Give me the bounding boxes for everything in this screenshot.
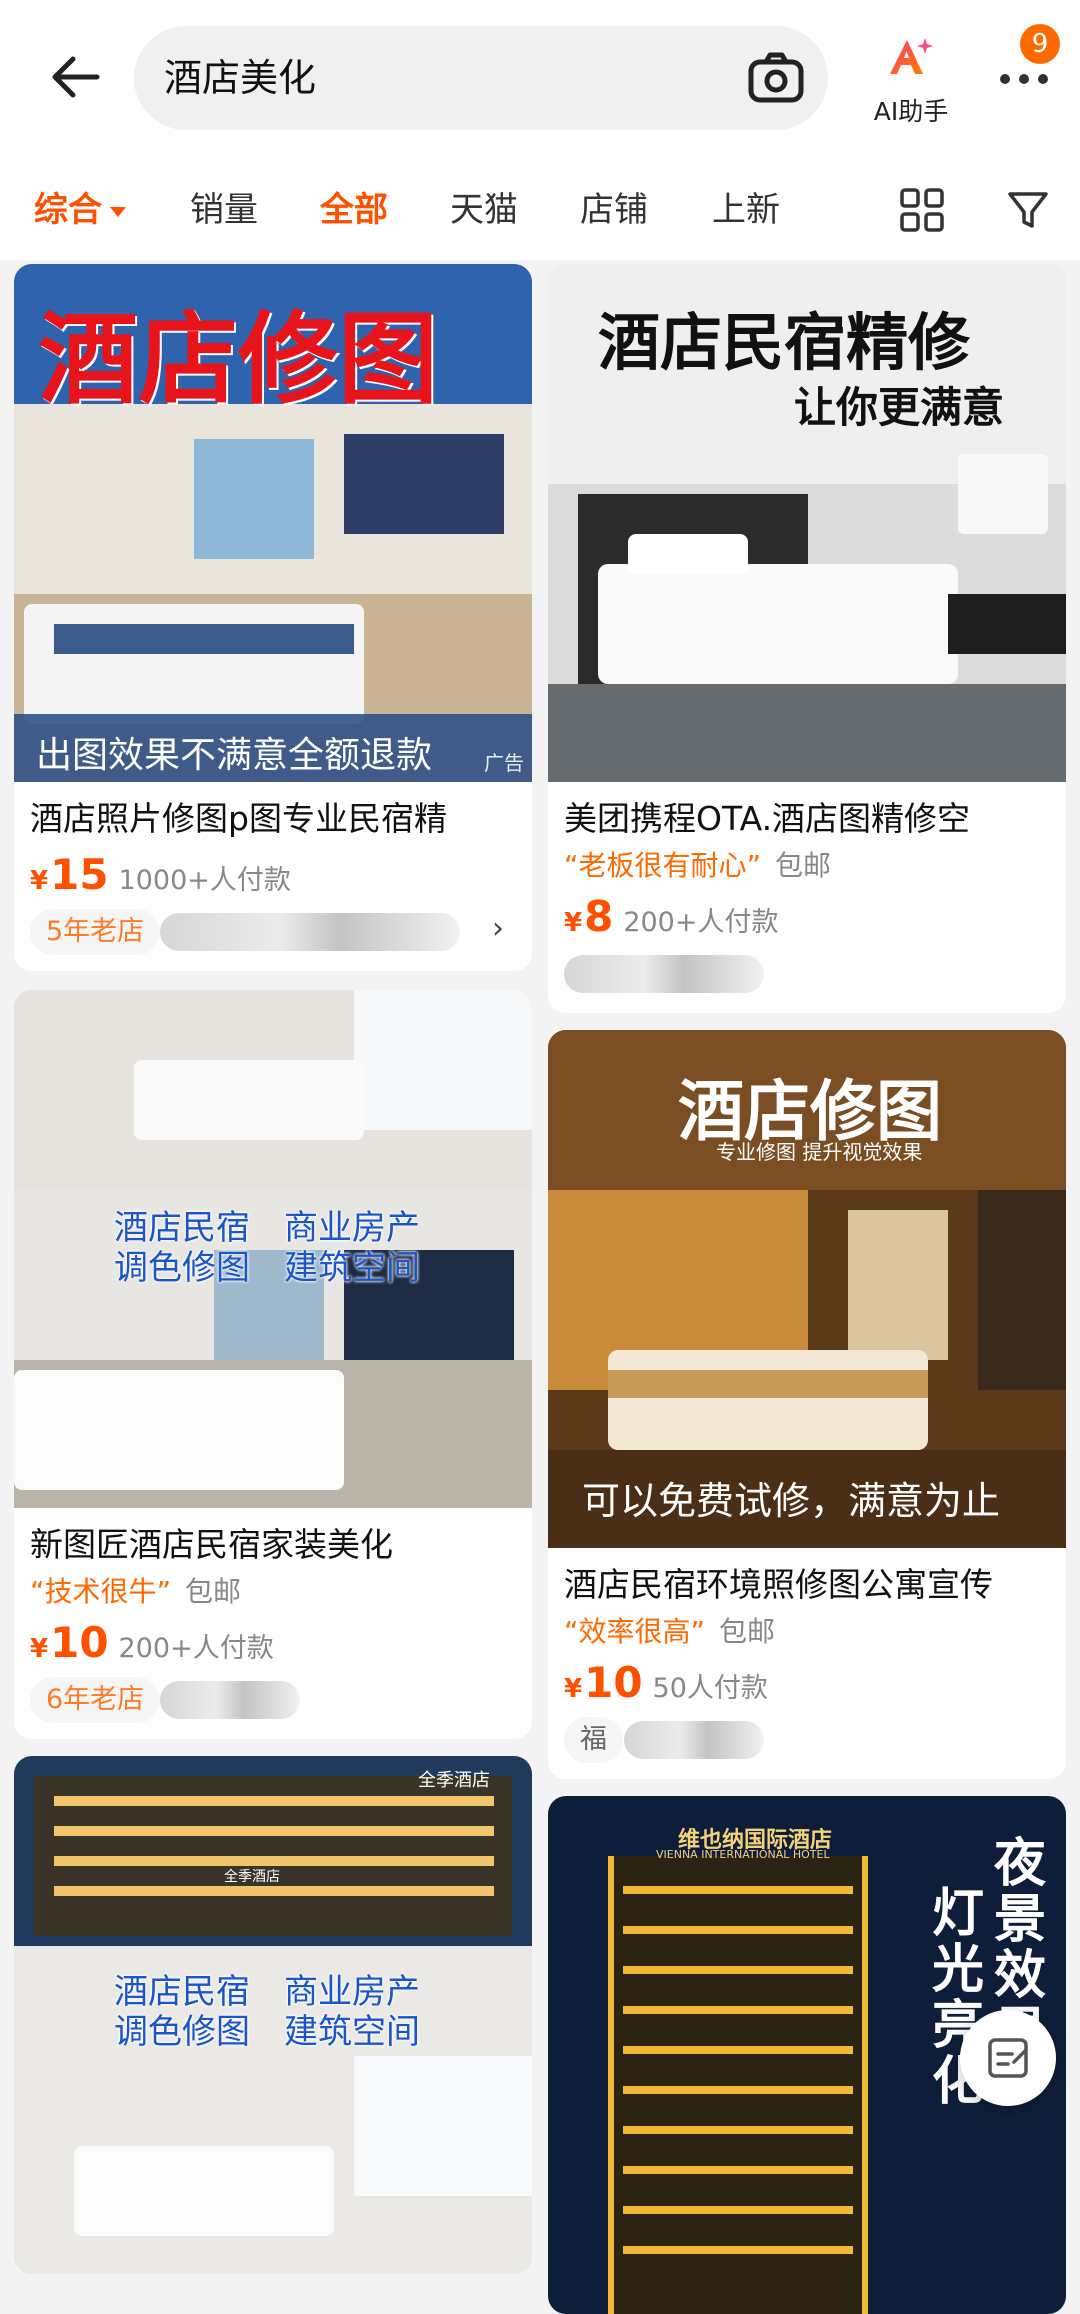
ai-assistant-label: AI助手 [873,97,949,126]
review-tagline: “技术很牛” 包邮 [30,1570,516,1610]
product-card[interactable]: 全季酒店 全季酒店 酒店民宿 调色修图 商业房产 建筑空间 [14,1756,532,2274]
tab-comprehensive[interactable]: 综合 [34,160,126,260]
tab-label: 上新 [712,190,780,230]
hotel-room-image [14,990,532,1508]
tab-label: 销量 [190,190,258,230]
blurred-shop-name [160,1681,300,1719]
shop-row[interactable]: 5年老店 › [30,909,516,955]
image-subheadline: 专业修图 提升视觉效果 [716,1140,923,1164]
currency-symbol: ¥ [564,908,583,938]
message-badge: 9 [1020,24,1060,64]
image-label: 建筑空间 [284,2012,420,2052]
hotel-entrance-sign: 全季酒店 [224,1869,280,1885]
filter-funnel-icon [1008,192,1048,228]
filter-button[interactable] [1004,186,1052,234]
currency-symbol: ¥ [30,1634,49,1664]
floating-feedback-button[interactable] [960,2010,1056,2106]
review-quote: “老板很有耐心” [564,849,762,882]
product-title: 美团携程OTA.酒店图精修空 [564,799,971,838]
product-image: 酒店修图 出图效果不满意全额退款 广告 [14,264,532,782]
review-tagline: “老板很有耐心” 包邮 [564,844,1050,884]
ad-label: 广告 [484,751,524,775]
ai-assistant-button[interactable]: AI助手 [858,30,964,130]
product-title: 酒店照片修图p图专业民宿精 [30,799,447,838]
image-subheadline: 让你更满意 [794,383,1005,432]
product-title: 酒店民宿环境照修图公寓宣传 [564,1565,993,1604]
product-image: 酒店民宿精修 让你更满意 [548,264,1066,782]
price: 15 [50,850,109,899]
back-button[interactable] [40,42,110,112]
sales-count: 200+人付款 [623,907,779,938]
free-shipping-label: 包邮 [775,849,832,882]
shop-age-badge: 6年老店 [30,1677,161,1723]
shop-row[interactable]: 福 [564,1717,1050,1763]
free-shipping-label: 包邮 [719,1615,776,1648]
image-label: 调色修图 [114,2012,250,2052]
blurred-shop-name [160,913,460,951]
grid-icon [900,188,944,232]
shop-row[interactable] [564,951,1050,997]
price-row: ¥ 10 50人付款 [564,1658,1050,1707]
sales-count: 200+人付款 [118,1633,274,1664]
review-quote: “效率很高” [564,1615,706,1648]
hotel-sign-english: VIENNA INTERNATIONAL HOTEL [656,1848,830,1861]
price: 10 [584,1658,643,1707]
more-dots-icon [1000,74,1048,84]
search-query[interactable]: 酒店美化 [164,26,316,130]
tab-label: 全部 [320,190,388,230]
tab-label: 天猫 [450,190,518,230]
tab-label: 店铺 [580,190,648,230]
product-image: 全季酒店 全季酒店 酒店民宿 调色修图 商业房产 建筑空间 [14,1756,532,2274]
product-image: 酒店民宿 调色修图 商业房产 建筑空间 [14,990,532,1508]
product-card[interactable]: 酒店民宿 调色修图 商业房产 建筑空间 新图匠酒店民宿家装美化 “技术很牛” 包邮… [14,990,532,1739]
blurred-shop-name [564,955,764,993]
image-headline: 酒店民宿精修 [598,306,971,379]
tab-label: 综合 [34,190,102,230]
tab-tmall[interactable]: 天猫 [450,160,518,260]
sales-count: 1000+人付款 [118,865,291,896]
tab-sales[interactable]: 销量 [190,160,258,260]
review-quote: “技术很牛” [30,1575,172,1608]
image-caption: 出图效果不满意全额退款 [36,735,433,776]
image-label: 建筑空间 [284,1248,420,1288]
price-row: ¥ 8 200+人付款 [564,892,1050,941]
sales-count: 50人付款 [652,1673,768,1704]
search-input[interactable]: 酒店美化 [134,26,828,130]
image-headline: 酒店修图 [38,301,438,418]
caret-down-icon [110,206,126,217]
shop-age-badge: 5年老店 [30,909,161,955]
blurred-shop-name [624,1721,764,1759]
product-title: 新图匠酒店民宿家装美化 [30,1525,393,1564]
review-tagline: “效率很高” 包邮 [564,1610,1050,1650]
free-shipping-label: 包邮 [185,1575,242,1608]
price-row: ¥ 15 1000+人付款 [30,850,516,899]
product-card[interactable]: 酒店民宿精修 让你更满意 美团携程OTA.酒店图精修空 “老板很有耐心” 包邮 ¥… [548,264,1066,1013]
price-row: ¥ 10 200+人付款 [30,1618,516,1667]
price: 8 [584,892,614,941]
chevron-right-icon: › [492,911,504,946]
hotel-sign: 全季酒店 [418,1770,490,1791]
currency-symbol: ¥ [30,866,49,896]
top-bar: 酒店美化 AI助手 9 [0,0,1080,160]
grid-view-button[interactable] [898,186,946,234]
shop-row[interactable]: 6年老店 [30,1677,516,1723]
tab-all[interactable]: 全部 [320,160,388,260]
camera-search-button[interactable] [746,48,806,108]
filter-tabs: 综合 销量 全部 天猫 店铺 上新 [0,160,1080,260]
price: 10 [50,1618,109,1667]
tab-shops[interactable]: 店铺 [580,160,648,260]
edit-note-icon [988,2038,1028,2078]
shop-name: 福 [564,1717,623,1763]
product-image: 酒店修图 专业修图 提升视觉效果 可以免费试修，满意为止 [548,1030,1066,1548]
image-label: 调色修图 [114,1248,250,1288]
camera-icon [748,52,804,103]
product-card[interactable]: 酒店修图 出图效果不满意全额退款 广告 酒店照片修图p图专业民宿精 ¥ 15 1… [14,264,532,971]
ai-assistant-icon [890,38,933,74]
arrow-left-icon [52,56,100,98]
currency-symbol: ¥ [564,1674,583,1704]
hotel-building-image [14,1756,532,2274]
product-card[interactable]: 酒店修图 专业修图 提升视觉效果 可以免费试修，满意为止 酒店民宿环境照修图公寓… [548,1030,1066,1779]
tab-new[interactable]: 上新 [712,160,780,260]
image-caption: 可以免费试修，满意为止 [582,1479,1001,1523]
